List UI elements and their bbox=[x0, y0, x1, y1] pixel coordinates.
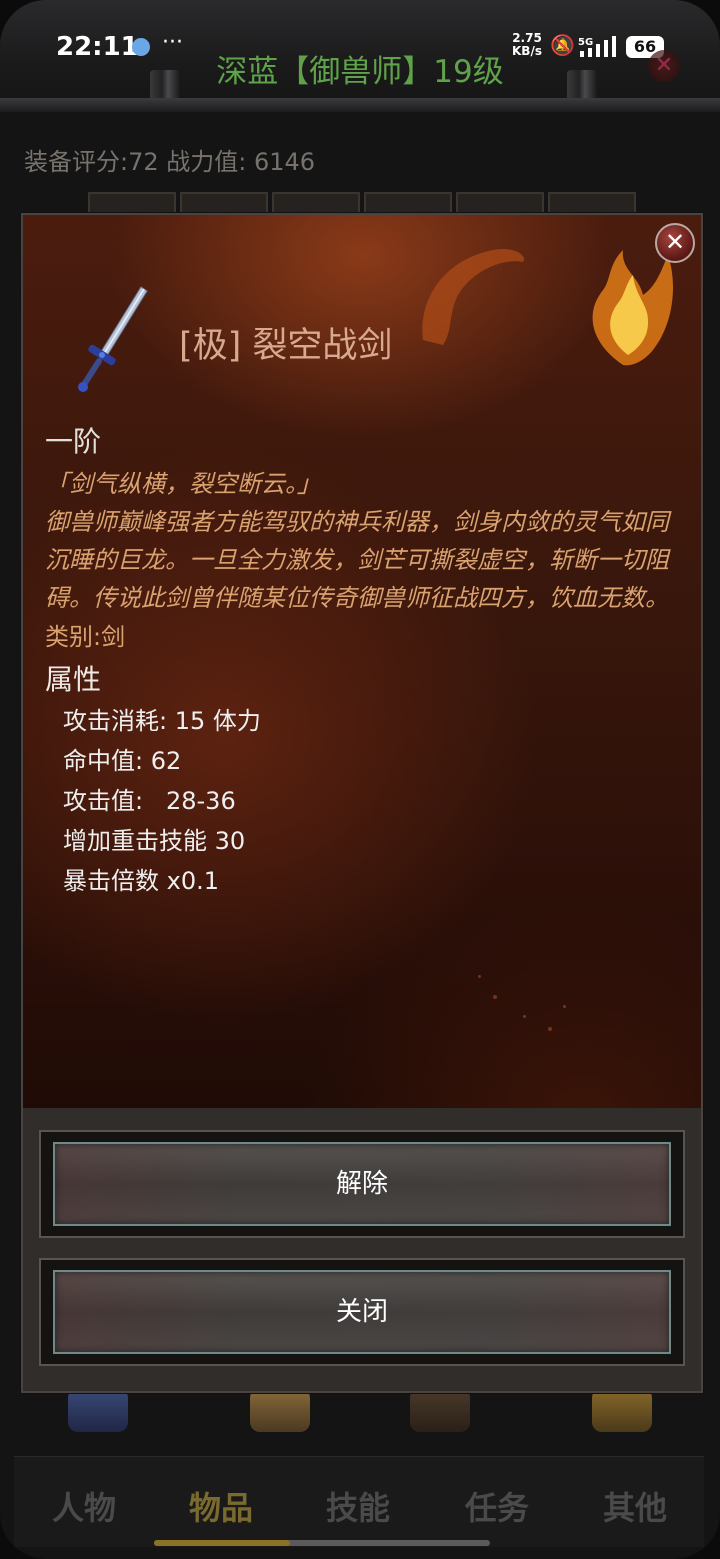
inventory-item[interactable] bbox=[410, 1388, 470, 1432]
close-button-label: 关闭 bbox=[335, 1297, 388, 1327]
unequip-button-label: 解除 bbox=[335, 1169, 388, 1199]
attribute-item: 攻击值: 28-36 bbox=[63, 787, 236, 815]
ember-particle bbox=[523, 1015, 526, 1018]
item-grade: 一阶 bbox=[45, 425, 102, 458]
inventory-item[interactable] bbox=[250, 1388, 310, 1432]
attribute-item: 攻击消耗: 15 体力 bbox=[63, 707, 261, 735]
unequip-button[interactable]: 解除 bbox=[39, 1130, 685, 1238]
dialog-artwork-background: ✕ [极] 裂空战剑 一阶 「剑气纵横，裂空断云。」 御兽师巅峰强者方能驾驭的神… bbox=[23, 215, 701, 1108]
attributes-heading: 属性 bbox=[45, 663, 102, 696]
close-button[interactable]: 关闭 bbox=[39, 1258, 685, 1366]
tab-quests[interactable]: 任务 bbox=[437, 1483, 557, 1529]
sword-icon bbox=[78, 286, 148, 392]
attribute-item: 增加重击技能 30 bbox=[63, 827, 246, 855]
ember-particle bbox=[478, 975, 481, 978]
inventory-item[interactable] bbox=[592, 1388, 652, 1432]
top-header: 22:11 ··· 2.75 KB/s 🔕 5G 66 深蓝【御兽师】19级 ✕ bbox=[0, 0, 720, 112]
item-category: 类别:剑 bbox=[45, 623, 126, 651]
tab-character[interactable]: 人物 bbox=[24, 1483, 144, 1529]
character-title: 深蓝【御兽师】19级 bbox=[216, 54, 504, 90]
ember-particle bbox=[563, 1005, 566, 1008]
ember-particle bbox=[548, 1027, 552, 1031]
active-tab-indicator bbox=[154, 1540, 290, 1546]
item-detail-dialog: ✕ [极] 裂空战剑 一阶 「剑气纵横，裂空断云。」 御兽师巅峰强者方能驾驭的神… bbox=[21, 213, 703, 1393]
header-close-icon[interactable]: ✕ bbox=[648, 50, 680, 82]
tab-items[interactable]: 物品 bbox=[161, 1483, 281, 1529]
bottom-tab-bar: 人物 物品 技能 任务 其他 bbox=[14, 1456, 704, 1547]
header-divider bbox=[0, 98, 720, 112]
flame-swirl-decoration bbox=[422, 249, 524, 345]
equipment-score: 装备评分:72 战力值: 6146 bbox=[24, 148, 316, 176]
game-screen: 22:11 ··· 2.75 KB/s 🔕 5G 66 深蓝【御兽师】19级 ✕… bbox=[0, 0, 720, 1559]
item-description: 御兽师巅峰强者方能驾驭的神兵利器，剑身内敛的灵气如同沉睡的巨龙。一旦全力激发，剑… bbox=[45, 508, 669, 612]
ember-particle bbox=[493, 995, 497, 999]
item-quote: 「剑气纵横，裂空断云。」 bbox=[45, 470, 321, 498]
attribute-item: 命中值: 62 bbox=[63, 747, 182, 775]
dialog-close-button[interactable]: ✕ bbox=[655, 223, 695, 263]
tab-other[interactable]: 其他 bbox=[575, 1483, 695, 1529]
attribute-list: 攻击消耗: 15 体力 命中值: 62 攻击值: 28-36 增加重击技能 30… bbox=[63, 701, 685, 901]
dialog-actions: 解除 关闭 bbox=[23, 1108, 701, 1391]
attribute-item: 暴击倍数 x0.1 bbox=[63, 867, 219, 895]
inventory-item[interactable] bbox=[68, 1388, 128, 1432]
item-name: [极] 裂空战剑 bbox=[179, 326, 393, 366]
item-details: 一阶 「剑气纵横，裂空断云。」 御兽师巅峰强者方能驾驭的神兵利器，剑身内敛的灵气… bbox=[45, 423, 685, 901]
tab-skills[interactable]: 技能 bbox=[298, 1483, 418, 1529]
